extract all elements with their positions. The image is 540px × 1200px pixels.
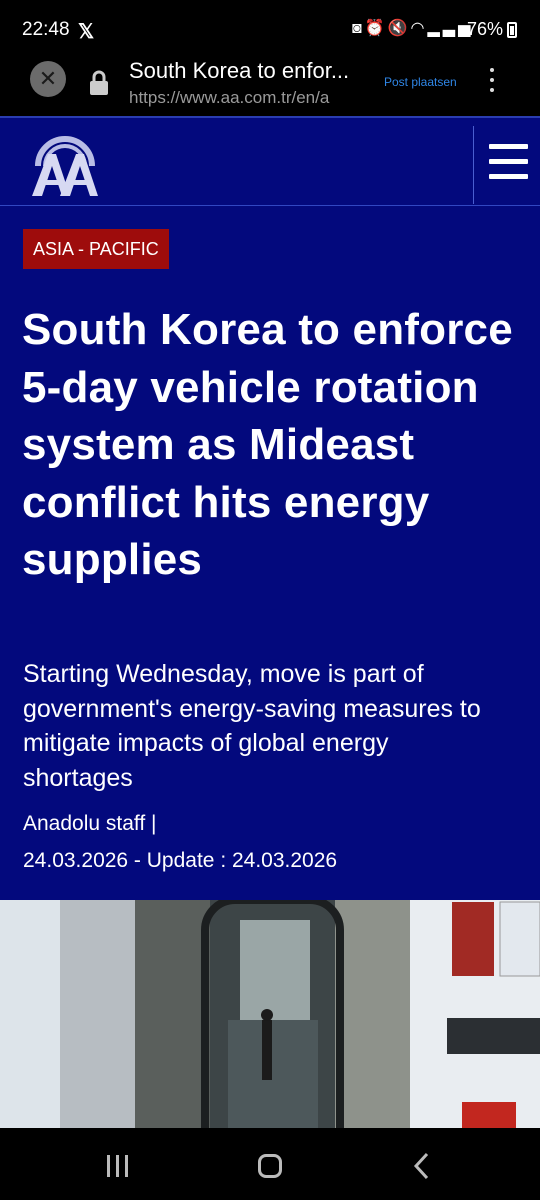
article-author: Anadolu staff | [23, 812, 157, 835]
article-headline: South Korea to enforce 5-day vehicle rot… [22, 305, 513, 584]
article-subtitle: Starting Wednesday, move is part of gove… [23, 660, 481, 792]
recents-icon[interactable] [107, 1155, 134, 1182]
site-header [0, 116, 540, 206]
home-icon[interactable] [258, 1154, 282, 1178]
close-tab-button[interactable]: ✕ [30, 61, 66, 97]
wifi-icon: ◠ [410, 20, 428, 37]
close-icon: ✕ [38, 66, 58, 91]
lock-icon[interactable] [89, 70, 109, 96]
back-icon[interactable] [412, 1152, 430, 1180]
hamburger-icon[interactable] [489, 144, 528, 189]
status-icons: ◙⏰🔇◠▂▃▅ [352, 18, 473, 38]
battery-icon [507, 22, 517, 38]
battery-percentage: 76% [467, 19, 504, 39]
hero-image [0, 900, 540, 1128]
browser-toolbar: ✕ South Korea to enfor... https://www.aa… [0, 58, 540, 116]
aa-logo-icon[interactable] [30, 130, 100, 198]
article: ASIA - PACIFIC South Korea to enforce 5-… [0, 206, 540, 900]
more-vert-icon[interactable] [486, 68, 498, 98]
mute-icon: 🔇 [387, 20, 411, 37]
article-date: 24.03.2026 - Update : 24.03.2026 [23, 849, 338, 872]
page-url[interactable]: https://www.aa.com.tr/en/a [129, 88, 369, 108]
alarm-icon: ⏰ [364, 20, 388, 37]
system-nav-bar [0, 1128, 540, 1200]
notification-icon: ◙ [352, 20, 365, 37]
post-link[interactable]: Post plaatsen [384, 75, 457, 89]
x-logo-icon: 𝕏 [78, 21, 95, 43]
status-bar: 22:48 𝕏 ◙⏰🔇◠▂▃▅ 76% [0, 0, 540, 58]
status-time: 22:48 [22, 19, 70, 40]
page-title[interactable]: South Korea to enfor... [129, 58, 369, 84]
header-divider [473, 126, 474, 204]
category-badge[interactable]: ASIA - PACIFIC [23, 229, 169, 269]
